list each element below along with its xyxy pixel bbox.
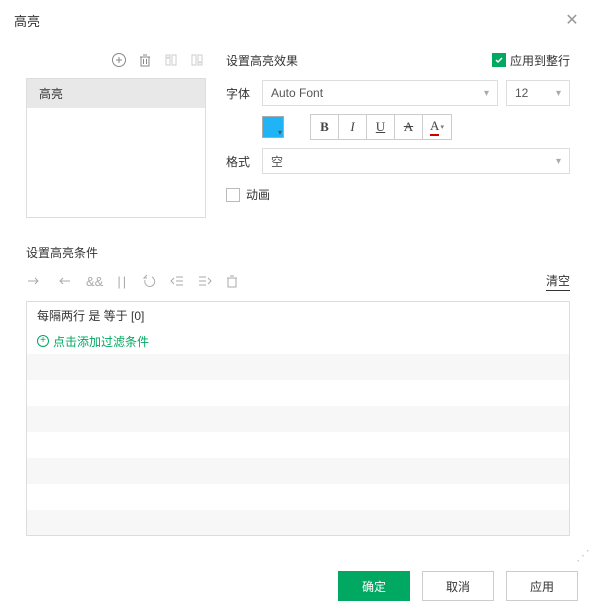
format-value: 空 <box>271 153 556 170</box>
animation-label: 动画 <box>246 186 270 203</box>
add-filter-label: 点击添加过滤条件 <box>53 333 149 350</box>
apply-whole-row-label: 应用到整行 <box>510 52 570 69</box>
dialog-footer: 确定 取消 应用 <box>0 558 596 614</box>
condition-list[interactable]: 每隔两行 是 等于 [0] + 点击添加过滤条件 <box>26 301 570 536</box>
table-row <box>27 406 569 432</box>
close-icon: ✕ <box>565 10 578 30</box>
arrow-right-icon <box>26 275 42 287</box>
and-icon: && <box>86 274 103 289</box>
highlight-list-panel: 高亮 <box>26 48 206 218</box>
underline-button[interactable]: U <box>367 115 395 139</box>
effect-panel: 设置高亮效果 应用到整行 字体 Auto Font ▾ 12 ▾ <box>226 48 570 218</box>
apply-button[interactable]: 应用 <box>506 571 578 601</box>
resize-handle-icon[interactable]: ⋰ <box>576 547 590 564</box>
trash-icon <box>138 53 152 67</box>
chevron-down-icon: ▾ <box>556 88 561 99</box>
highlight-list[interactable]: 高亮 <box>26 78 206 218</box>
bold-icon: B <box>320 119 329 135</box>
format-select[interactable]: 空 ▾ <box>262 148 570 174</box>
table-row <box>27 484 569 510</box>
font-value: Auto Font <box>271 86 484 100</box>
delete-condition-button[interactable] <box>226 274 238 288</box>
arrow-left-button[interactable] <box>56 275 72 287</box>
close-button[interactable]: ✕ <box>562 10 582 30</box>
strike-button[interactable]: A <box>395 115 423 139</box>
bold-button[interactable]: B <box>311 115 339 139</box>
arrow-left-icon <box>56 275 72 287</box>
or-button[interactable]: || <box>117 274 128 289</box>
sort-desc-icon <box>190 53 204 67</box>
color-picker[interactable]: ▾ <box>262 116 284 138</box>
condition-row[interactable]: 每隔两行 是 等于 [0] <box>27 302 569 328</box>
animation-checkbox[interactable] <box>226 188 240 202</box>
arrow-right-button[interactable] <box>26 275 42 287</box>
and-button[interactable]: && <box>86 274 103 289</box>
indent-button[interactable] <box>198 275 212 287</box>
outdent-button[interactable] <box>170 275 184 287</box>
plus-circle-icon <box>111 52 127 68</box>
condition-title: 设置高亮条件 <box>26 244 570 261</box>
font-color-button[interactable]: A▾ <box>423 115 451 139</box>
add-highlight-button[interactable] <box>110 51 128 69</box>
ok-button[interactable]: 确定 <box>338 571 410 601</box>
table-row <box>27 380 569 406</box>
table-row <box>27 510 569 536</box>
chevron-down-icon: ▾ <box>278 128 282 137</box>
apply-whole-row-checkbox[interactable]: 应用到整行 <box>492 52 570 69</box>
add-filter-row[interactable]: + 点击添加过滤条件 <box>27 328 569 354</box>
format-label: 格式 <box>226 153 254 170</box>
sort-asc-button <box>162 51 180 69</box>
effect-title: 设置高亮效果 <box>226 52 492 69</box>
checkbox-checked-icon <box>492 53 506 67</box>
chevron-down-icon: ▾ <box>556 156 561 167</box>
list-item[interactable]: 高亮 <box>27 79 205 108</box>
indent-icon <box>198 275 212 287</box>
italic-icon: I <box>350 119 354 135</box>
table-row <box>27 354 569 380</box>
strike-icon: A <box>404 119 413 135</box>
undo-icon <box>142 274 156 288</box>
plus-circle-icon: + <box>37 335 49 347</box>
delete-highlight-button[interactable] <box>136 51 154 69</box>
condition-section: 设置高亮条件 && || 清空 每隔两行 是 等于 [0] + 点击添加过滤条件 <box>26 244 570 536</box>
font-size-value: 12 <box>515 86 556 100</box>
font-label: 字体 <box>226 85 254 102</box>
chevron-down-icon: ▾ <box>440 123 444 131</box>
text-format-group: B I U A A▾ <box>310 114 452 140</box>
underline-icon: U <box>376 119 385 135</box>
cancel-button[interactable]: 取消 <box>422 571 494 601</box>
outdent-icon <box>170 275 184 287</box>
table-row <box>27 458 569 484</box>
font-size-select[interactable]: 12 ▾ <box>506 80 570 106</box>
or-icon: || <box>117 274 128 289</box>
clear-button[interactable]: 清空 <box>546 272 570 291</box>
italic-button[interactable]: I <box>339 115 367 139</box>
dialog-header: 高亮 ✕ <box>0 0 596 40</box>
table-row <box>27 432 569 458</box>
trash-icon <box>226 274 238 288</box>
undo-button[interactable] <box>142 274 156 288</box>
font-select[interactable]: Auto Font ▾ <box>262 80 498 106</box>
sort-desc-button <box>188 51 206 69</box>
dialog-title: 高亮 <box>14 11 562 30</box>
chevron-down-icon: ▾ <box>484 88 489 99</box>
font-color-icon: A <box>430 118 439 136</box>
sort-asc-icon <box>164 53 178 67</box>
